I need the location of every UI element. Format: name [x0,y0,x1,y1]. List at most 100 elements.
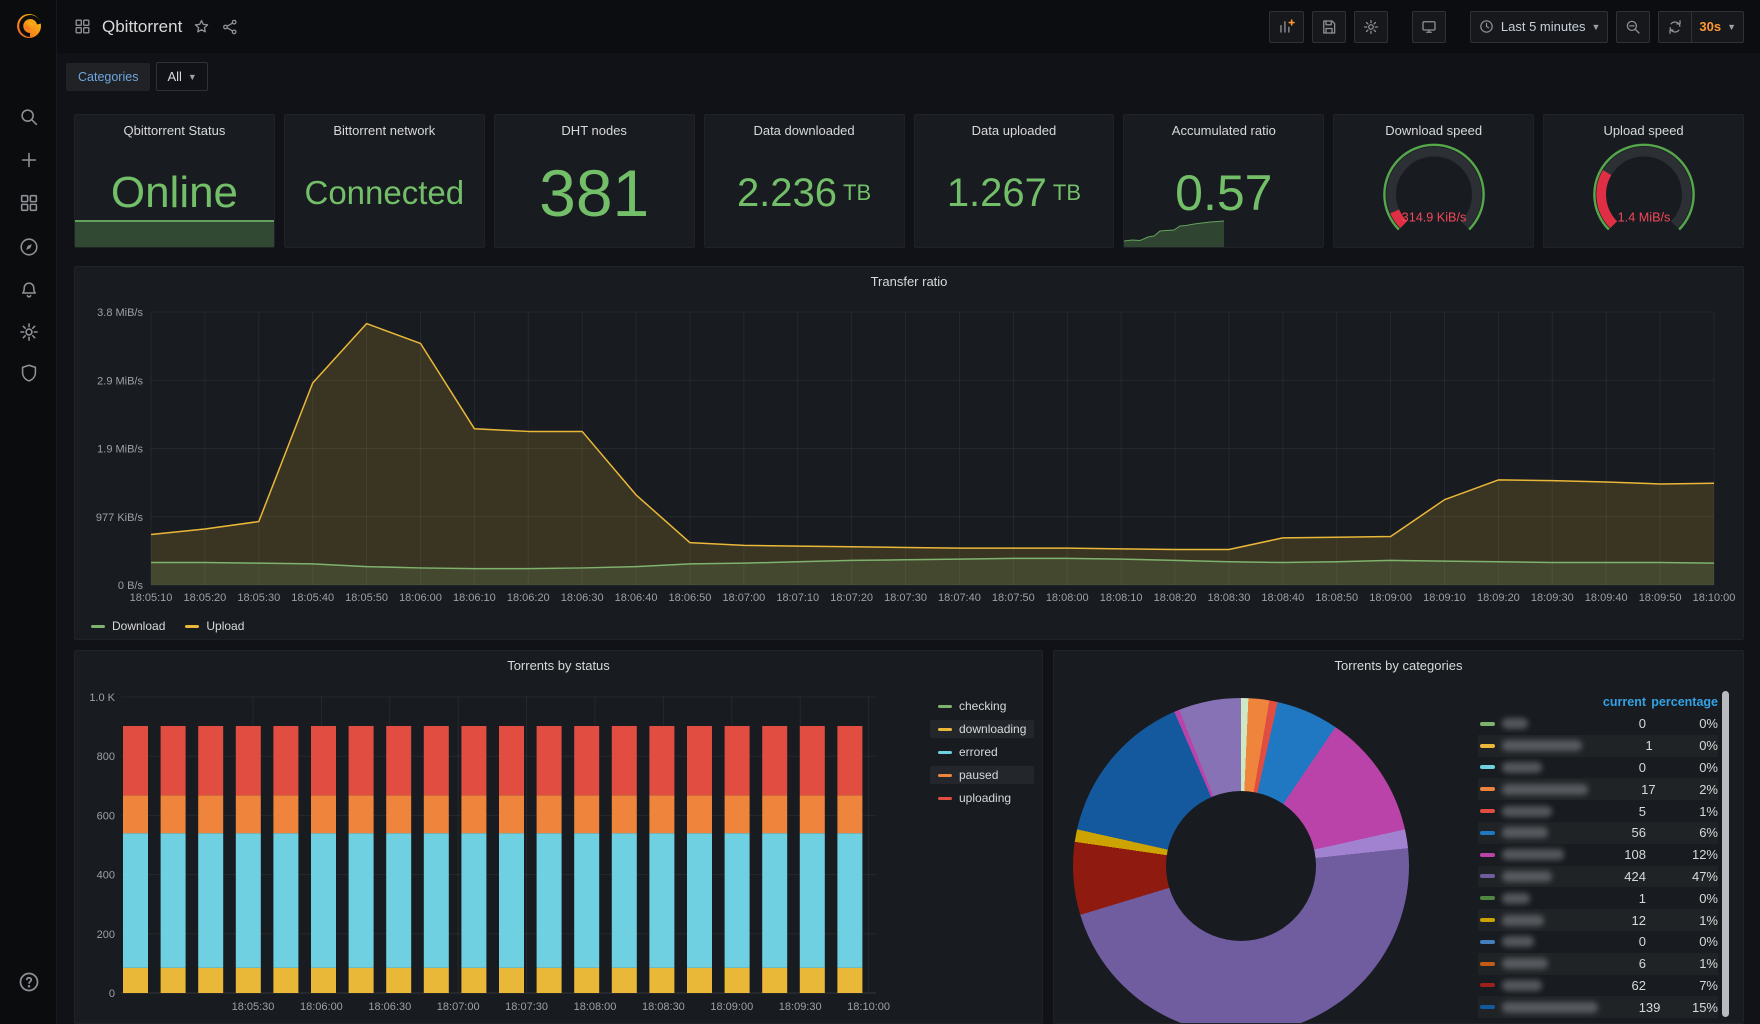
column-header-percentage[interactable]: percentage [1646,695,1718,709]
panel-title[interactable]: Torrents by categories [1054,658,1743,673]
legend-item-upload[interactable]: Upload [185,619,244,633]
bar-segment-errored[interactable] [273,833,299,968]
bar-segment-uploading[interactable] [273,726,299,796]
category-table-row[interactable]: 12 1% [1478,909,1718,931]
bar-segment-errored[interactable] [837,833,863,968]
bar-segment-uploading[interactable] [687,726,712,796]
bar-segment-downloading[interactable] [799,967,825,993]
bar-segment-paused[interactable] [837,795,863,834]
category-table-row[interactable]: 1 0% [1478,735,1718,757]
bar-segment-paused[interactable] [311,795,336,834]
refresh-button[interactable] [1658,10,1693,43]
bar-segment-errored[interactable] [762,833,788,968]
bar-segment-uploading[interactable] [348,726,374,796]
stat-panel-upload-speed[interactable]: Upload speed 1.4 MiB/s [1543,114,1744,248]
legend-item-downloading[interactable]: downloading [930,720,1035,738]
bar-segment-downloading[interactable] [611,967,637,993]
bar-segment-errored[interactable] [687,833,712,968]
search-icon[interactable] [0,99,57,135]
table-scrollbar[interactable] [1722,691,1729,1017]
bar-segment-errored[interactable] [499,833,524,968]
bar-segment-uploading[interactable] [235,726,261,796]
bar-segment-uploading[interactable] [724,726,750,796]
refresh-interval-dropdown[interactable]: 30s ▼ [1692,10,1744,43]
bar-segment-errored[interactable] [461,833,487,968]
bar-segment-uploading[interactable] [611,726,637,796]
panel-title[interactable]: Torrents by status [75,658,1042,673]
stat-panel-download-speed[interactable]: Download speed 314.9 KiB/s [1333,114,1535,248]
dashboards-icon[interactable] [0,185,57,221]
legend-item-download[interactable]: Download [91,619,165,633]
bar-segment-errored[interactable] [160,833,186,968]
bar-segment-downloading[interactable] [235,967,261,993]
bar-segment-errored[interactable] [311,833,336,968]
bar-segment-uploading[interactable] [198,726,224,796]
bar-segment-errored[interactable] [235,833,261,968]
bar-segment-uploading[interactable] [386,726,412,796]
bar-segment-uploading[interactable] [461,726,487,796]
bar-segment-downloading[interactable] [499,967,524,993]
panel-title[interactable]: Transfer ratio [75,274,1743,289]
bar-segment-paused[interactable] [235,795,261,834]
categories-variable-label[interactable]: Categories [66,62,151,91]
explore-compass-icon[interactable] [0,229,57,265]
category-table-row[interactable]: 1 0% [1478,887,1718,909]
bar-segment-downloading[interactable] [649,967,675,993]
bar-segment-uploading[interactable] [649,726,675,796]
bar-segment-paused[interactable] [687,795,712,834]
bar-segment-downloading[interactable] [311,967,336,993]
bar-segment-paused[interactable] [461,795,487,834]
category-table-row[interactable]: 0 0% [1478,757,1718,779]
bar-segment-paused[interactable] [160,795,186,834]
bar-segment-downloading[interactable] [687,967,712,993]
time-range-picker[interactable]: Last 5 minutes ▼ [1469,10,1609,43]
category-table-row[interactable]: 108 12% [1478,844,1718,866]
bar-segment-uploading[interactable] [311,726,336,796]
bar-segment-errored[interactable] [724,833,750,968]
bar-segment-downloading[interactable] [273,967,299,993]
bar-segment-downloading[interactable] [160,967,186,993]
bar-segment-downloading[interactable] [724,967,750,993]
bar-segment-paused[interactable] [348,795,374,834]
bar-segment-errored[interactable] [649,833,675,968]
bar-segment-downloading[interactable] [123,967,148,993]
bar-segment-paused[interactable] [762,795,788,834]
help-icon[interactable] [0,964,57,1000]
bar-segment-errored[interactable] [423,833,449,968]
bar-segment-paused[interactable] [423,795,449,834]
legend-item-checking[interactable]: checking [930,697,1034,715]
torrents-by-status-chart[interactable]: 0 200 400 600 800 1.0 K 18:05:30 18:06:00 18:06:… [75,651,920,1023]
bar-segment-errored[interactable] [386,833,412,968]
star-icon[interactable] [192,17,211,36]
legend-item-errored[interactable]: errored [930,743,1034,761]
bar-segment-downloading[interactable] [423,967,449,993]
bar-segment-uploading[interactable] [574,726,600,796]
bar-segment-paused[interactable] [536,795,562,834]
bar-segment-downloading[interactable] [536,967,562,993]
stat-panel-data-uploaded[interactable]: Data uploaded 1.267 TB [913,114,1115,248]
bar-segment-uploading[interactable] [536,726,562,796]
bar-segment-paused[interactable] [499,795,524,834]
bar-segment-paused[interactable] [198,795,224,834]
bar-segment-paused[interactable] [273,795,299,834]
bar-segment-downloading[interactable] [386,967,412,993]
tv-mode-button[interactable] [1411,10,1446,43]
bar-segment-errored[interactable] [536,833,562,968]
bar-segment-downloading[interactable] [198,967,224,993]
bar-segment-paused[interactable] [123,795,148,834]
bar-segment-paused[interactable] [649,795,675,834]
bar-segment-uploading[interactable] [499,726,524,796]
dashboard-settings-button[interactable] [1353,10,1388,43]
category-table-row[interactable]: 0 0% [1478,713,1718,735]
bar-segment-errored[interactable] [574,833,600,968]
bar-segment-uploading[interactable] [837,726,863,796]
configuration-gear-icon[interactable] [0,314,57,350]
legend-item-paused[interactable]: paused [930,766,1035,784]
category-table-row[interactable]: 17 2% [1478,778,1718,800]
bar-segment-paused[interactable] [799,795,825,834]
bar-segment-paused[interactable] [574,795,600,834]
categories-variable-dropdown[interactable]: All ▼ [156,62,208,91]
share-icon[interactable] [221,18,239,36]
bar-segment-errored[interactable] [799,833,825,968]
category-table-row[interactable]: 139 15% [1478,996,1718,1018]
